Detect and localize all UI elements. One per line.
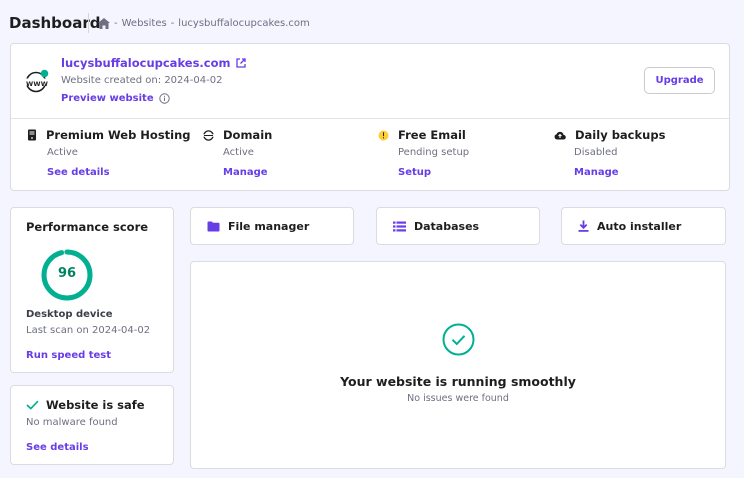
card-divider bbox=[11, 118, 729, 119]
website-card: WWW lucysbuffalocupcakes.com Website cre… bbox=[10, 43, 730, 191]
databases-label: Databases bbox=[414, 219, 480, 233]
service-title: Premium Web Hosting bbox=[46, 128, 191, 142]
security-status: No malware found bbox=[26, 417, 118, 428]
hosting-see-details-link[interactable]: See details bbox=[47, 167, 191, 178]
service-title: Domain bbox=[223, 128, 273, 142]
cloud-upload-icon bbox=[554, 130, 566, 140]
file-manager-label: File manager bbox=[228, 219, 310, 233]
upgrade-button[interactable]: Upgrade bbox=[644, 67, 715, 94]
download-icon bbox=[578, 220, 589, 232]
www-globe-icon: WWW bbox=[25, 68, 51, 94]
performance-score-value: 96 bbox=[57, 266, 77, 281]
website-domain-link[interactable]: lucysbuffalocupcakes.com bbox=[61, 56, 231, 70]
email-setup-link[interactable]: Setup bbox=[398, 167, 469, 178]
breadcrumb-item-domain: lucysbuffalocupcakes.com bbox=[178, 17, 310, 29]
auto-installer-label: Auto installer bbox=[597, 219, 682, 233]
service-title: Free Email bbox=[398, 128, 466, 142]
performance-last-scan: Last scan on 2024-04-02 bbox=[26, 325, 151, 336]
service-status: Active bbox=[47, 147, 78, 158]
website-created-date: Website created on: 2024-04-02 bbox=[61, 75, 223, 86]
service-status: Active bbox=[223, 147, 254, 158]
service-status: Pending setup bbox=[398, 147, 470, 158]
preview-website-link[interactable]: Preview website bbox=[61, 93, 154, 104]
security-title: Website is safe bbox=[46, 398, 145, 412]
auto-installer-button[interactable]: Auto installer bbox=[561, 207, 726, 245]
file-manager-button[interactable]: File manager bbox=[190, 207, 354, 245]
status-title: Your website is running smoothly bbox=[340, 374, 576, 389]
external-link-icon[interactable] bbox=[235, 58, 246, 68]
service-email: Free Email Pending setup Setup bbox=[378, 128, 469, 178]
warning-dot-icon bbox=[378, 130, 389, 141]
security-see-details-link[interactable]: See details bbox=[26, 442, 89, 453]
databases-button[interactable]: Databases bbox=[376, 207, 540, 245]
breadcrumb-separator: - bbox=[114, 17, 118, 29]
header-divider bbox=[88, 13, 89, 33]
www-logo-text: WWW bbox=[26, 80, 49, 88]
page-title: Dashboard bbox=[9, 14, 101, 32]
database-icon bbox=[393, 221, 406, 232]
performance-device: Desktop device bbox=[26, 309, 113, 320]
breadcrumb: - Websites - lucysbuffalocupcakes.com bbox=[98, 17, 310, 29]
performance-score-gauge: 96 bbox=[40, 248, 94, 302]
service-backups: Daily backups Disabled Manage bbox=[554, 128, 665, 178]
breadcrumb-separator: - bbox=[170, 17, 175, 29]
website-status-panel: Your website is running smoothly No issu… bbox=[190, 261, 726, 469]
server-icon bbox=[27, 129, 37, 141]
check-icon bbox=[26, 400, 39, 410]
performance-card: Performance score 96 Desktop device Last… bbox=[10, 207, 174, 373]
breadcrumb-item-websites[interactable]: Websites bbox=[122, 18, 167, 29]
backups-manage-link[interactable]: Manage bbox=[574, 167, 665, 178]
run-speed-test-link[interactable]: Run speed test bbox=[26, 350, 111, 361]
service-domain: Domain Active Manage bbox=[203, 128, 272, 178]
globe-icon bbox=[203, 129, 214, 141]
domain-manage-link[interactable]: Manage bbox=[223, 167, 272, 178]
performance-title: Performance score bbox=[26, 220, 149, 234]
home-icon[interactable] bbox=[98, 17, 110, 29]
folder-icon bbox=[207, 221, 220, 232]
service-hosting: Premium Web Hosting Active See details bbox=[27, 128, 191, 178]
service-title: Daily backups bbox=[575, 128, 666, 142]
info-icon[interactable] bbox=[158, 93, 170, 104]
security-card: Website is safe No malware found See det… bbox=[10, 385, 174, 465]
success-check-icon bbox=[442, 323, 475, 356]
service-status: Disabled bbox=[574, 147, 618, 158]
status-subtitle: No issues were found bbox=[407, 393, 509, 404]
